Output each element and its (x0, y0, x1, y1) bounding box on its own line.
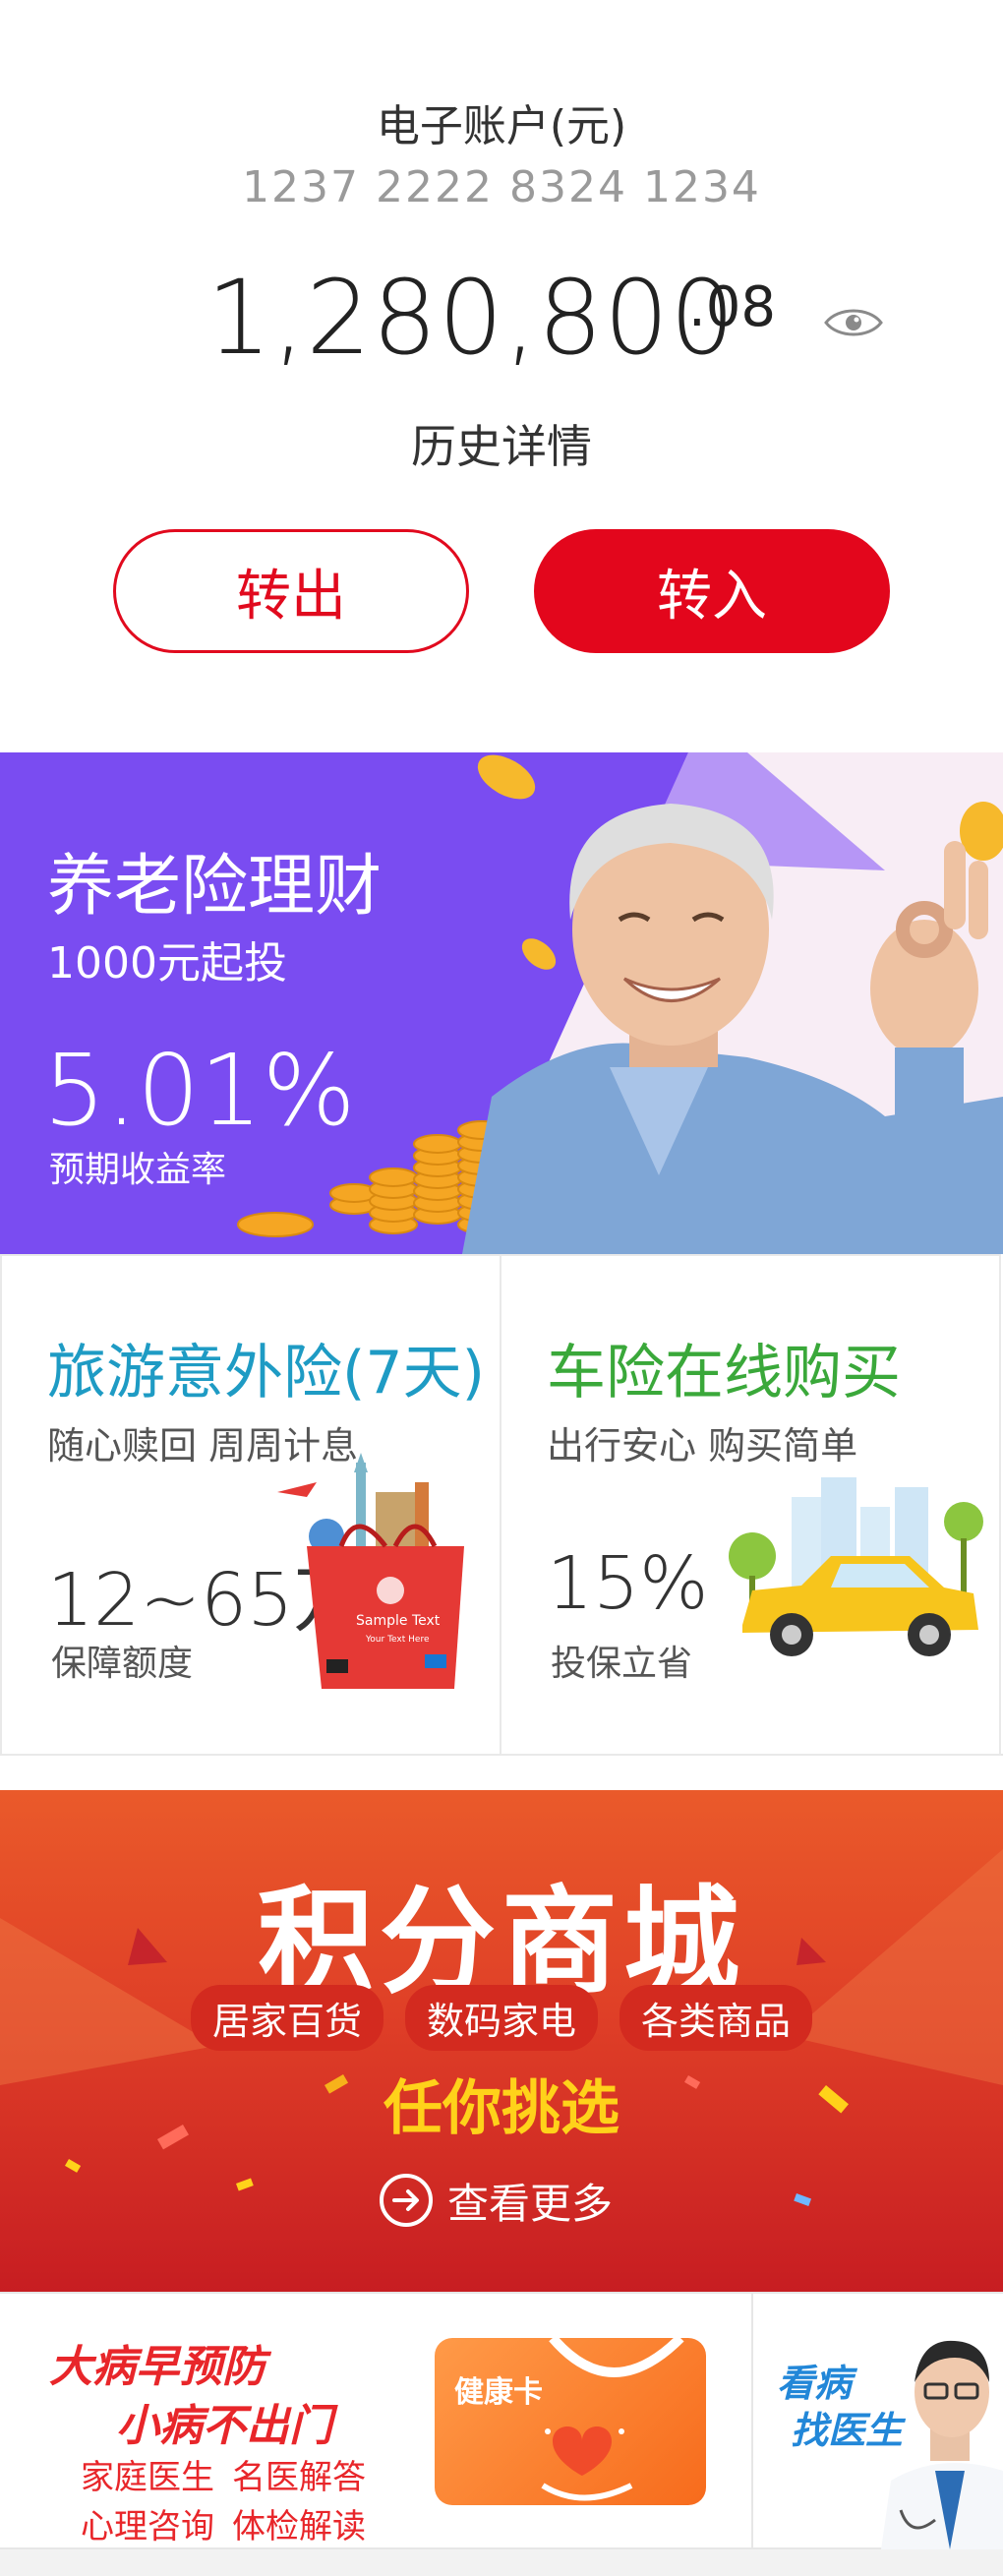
pension-banner[interactable]: 养老险理财 1000元起投 5.01% 预期收益率 (0, 752, 1003, 1254)
view-more-button[interactable]: 查看更多 (379, 2166, 613, 2235)
points-mall-banner[interactable]: 积分商城 居家百货 数码家电 各类商品 任你挑选 查看更多 (0, 1790, 1003, 2292)
arrow-right-circle-icon (380, 2174, 433, 2227)
product-cards: 旅游意外险(7天) 随心赎回 周周计息 12~65万 保障额度 Sample T… (0, 1254, 1003, 1756)
balance-cents: .08 (688, 275, 777, 339)
mall-slogan: 任你挑选 (384, 2074, 620, 2143)
bag-sample-subtext: Your Text Here (365, 1635, 430, 1645)
find-doctor-banner[interactable]: 看病 找医生 (753, 2294, 1003, 2551)
car-insurance-title: 车险在线购买 (547, 1339, 901, 1408)
account-title: 电子账户(元) (376, 101, 627, 151)
travel-insurance-value-label: 保障额度 (51, 1644, 194, 1684)
mall-tags: 居家百货 数码家电 各类商品 (0, 1985, 1003, 2051)
family-doctor-link[interactable]: 家庭医生 (81, 2458, 214, 2497)
smiling-elder-image (462, 804, 1003, 1254)
bottom-spacer (0, 2549, 1003, 2576)
health-section: 大病早预防 小病不出门 家庭医生 名医解答 心理咨询 体检解读 健康卡 看病 找医生 (0, 2292, 1003, 2551)
health-slogan-line1: 大病早预防 (49, 2342, 266, 2392)
find-doctor-line1: 看病 (777, 2362, 853, 2405)
pension-subtitle: 1000元起投 (47, 938, 287, 988)
doctor-image (881, 2340, 1003, 2549)
pension-rate-label: 预期收益率 (49, 1150, 227, 1190)
health-services-banner[interactable]: 大病早预防 小病不出门 家庭医生 名医解答 心理咨询 体检解读 健康卡 (0, 2294, 751, 2551)
health-card[interactable]: 健康卡 (435, 2338, 706, 2505)
mall-tag: 数码家电 (404, 1985, 598, 2051)
view-more-label: 查看更多 (447, 2179, 614, 2228)
mall-tag: 居家百货 (190, 1985, 384, 2051)
history-details-link[interactable]: 历史详情 (0, 411, 1003, 476)
health-links: 家庭医生 名医解答 心理咨询 体检解读 (81, 2453, 405, 2551)
account-number: 1237 2222 8324 1234 (242, 162, 761, 212)
psych-consult-link[interactable]: 心理咨询 (81, 2507, 214, 2546)
pension-title: 养老险理财 (47, 848, 383, 926)
transfer-in-button[interactable]: 转入 (534, 529, 890, 653)
health-card-label: 健康卡 (454, 2375, 543, 2410)
balance-amount: 1,280,800 (206, 258, 737, 378)
mall-tag: 各类商品 (620, 1985, 813, 2051)
car-insurance-subtitle: 出行安心 购买简单 (547, 1424, 858, 1468)
car-insurance-value-label: 投保立省 (551, 1644, 693, 1684)
eye-icon[interactable] (824, 303, 883, 342)
travel-insurance-card[interactable]: 旅游意外险(7天) 随心赎回 周周计息 12~65万 保障额度 Sample T… (0, 1254, 502, 1756)
car-icon (729, 1477, 983, 1656)
checkup-report-link[interactable]: 体检解读 (232, 2507, 366, 2546)
heart-icon (541, 2338, 684, 2501)
bag-sample-text: Sample Text (356, 1613, 441, 1629)
health-slogan-line2: 小病不出门 (116, 2401, 332, 2451)
travel-insurance-title: 旅游意外险(7天) (47, 1339, 485, 1408)
expert-answer-link[interactable]: 名医解答 (232, 2458, 366, 2497)
car-insurance-card[interactable]: 车险在线购买 出行安心 购买简单 15% 投保立省 (500, 1254, 1001, 1756)
shopping-bag-icon: Sample Text Your Text Here (277, 1453, 464, 1689)
car-insurance-value: 15% (547, 1541, 709, 1626)
transfer-out-button[interactable]: 转出 (113, 529, 469, 653)
account-section: 电子账户(元) 1237 2222 8324 1234 1,280,800 .0… (0, 0, 1003, 752)
